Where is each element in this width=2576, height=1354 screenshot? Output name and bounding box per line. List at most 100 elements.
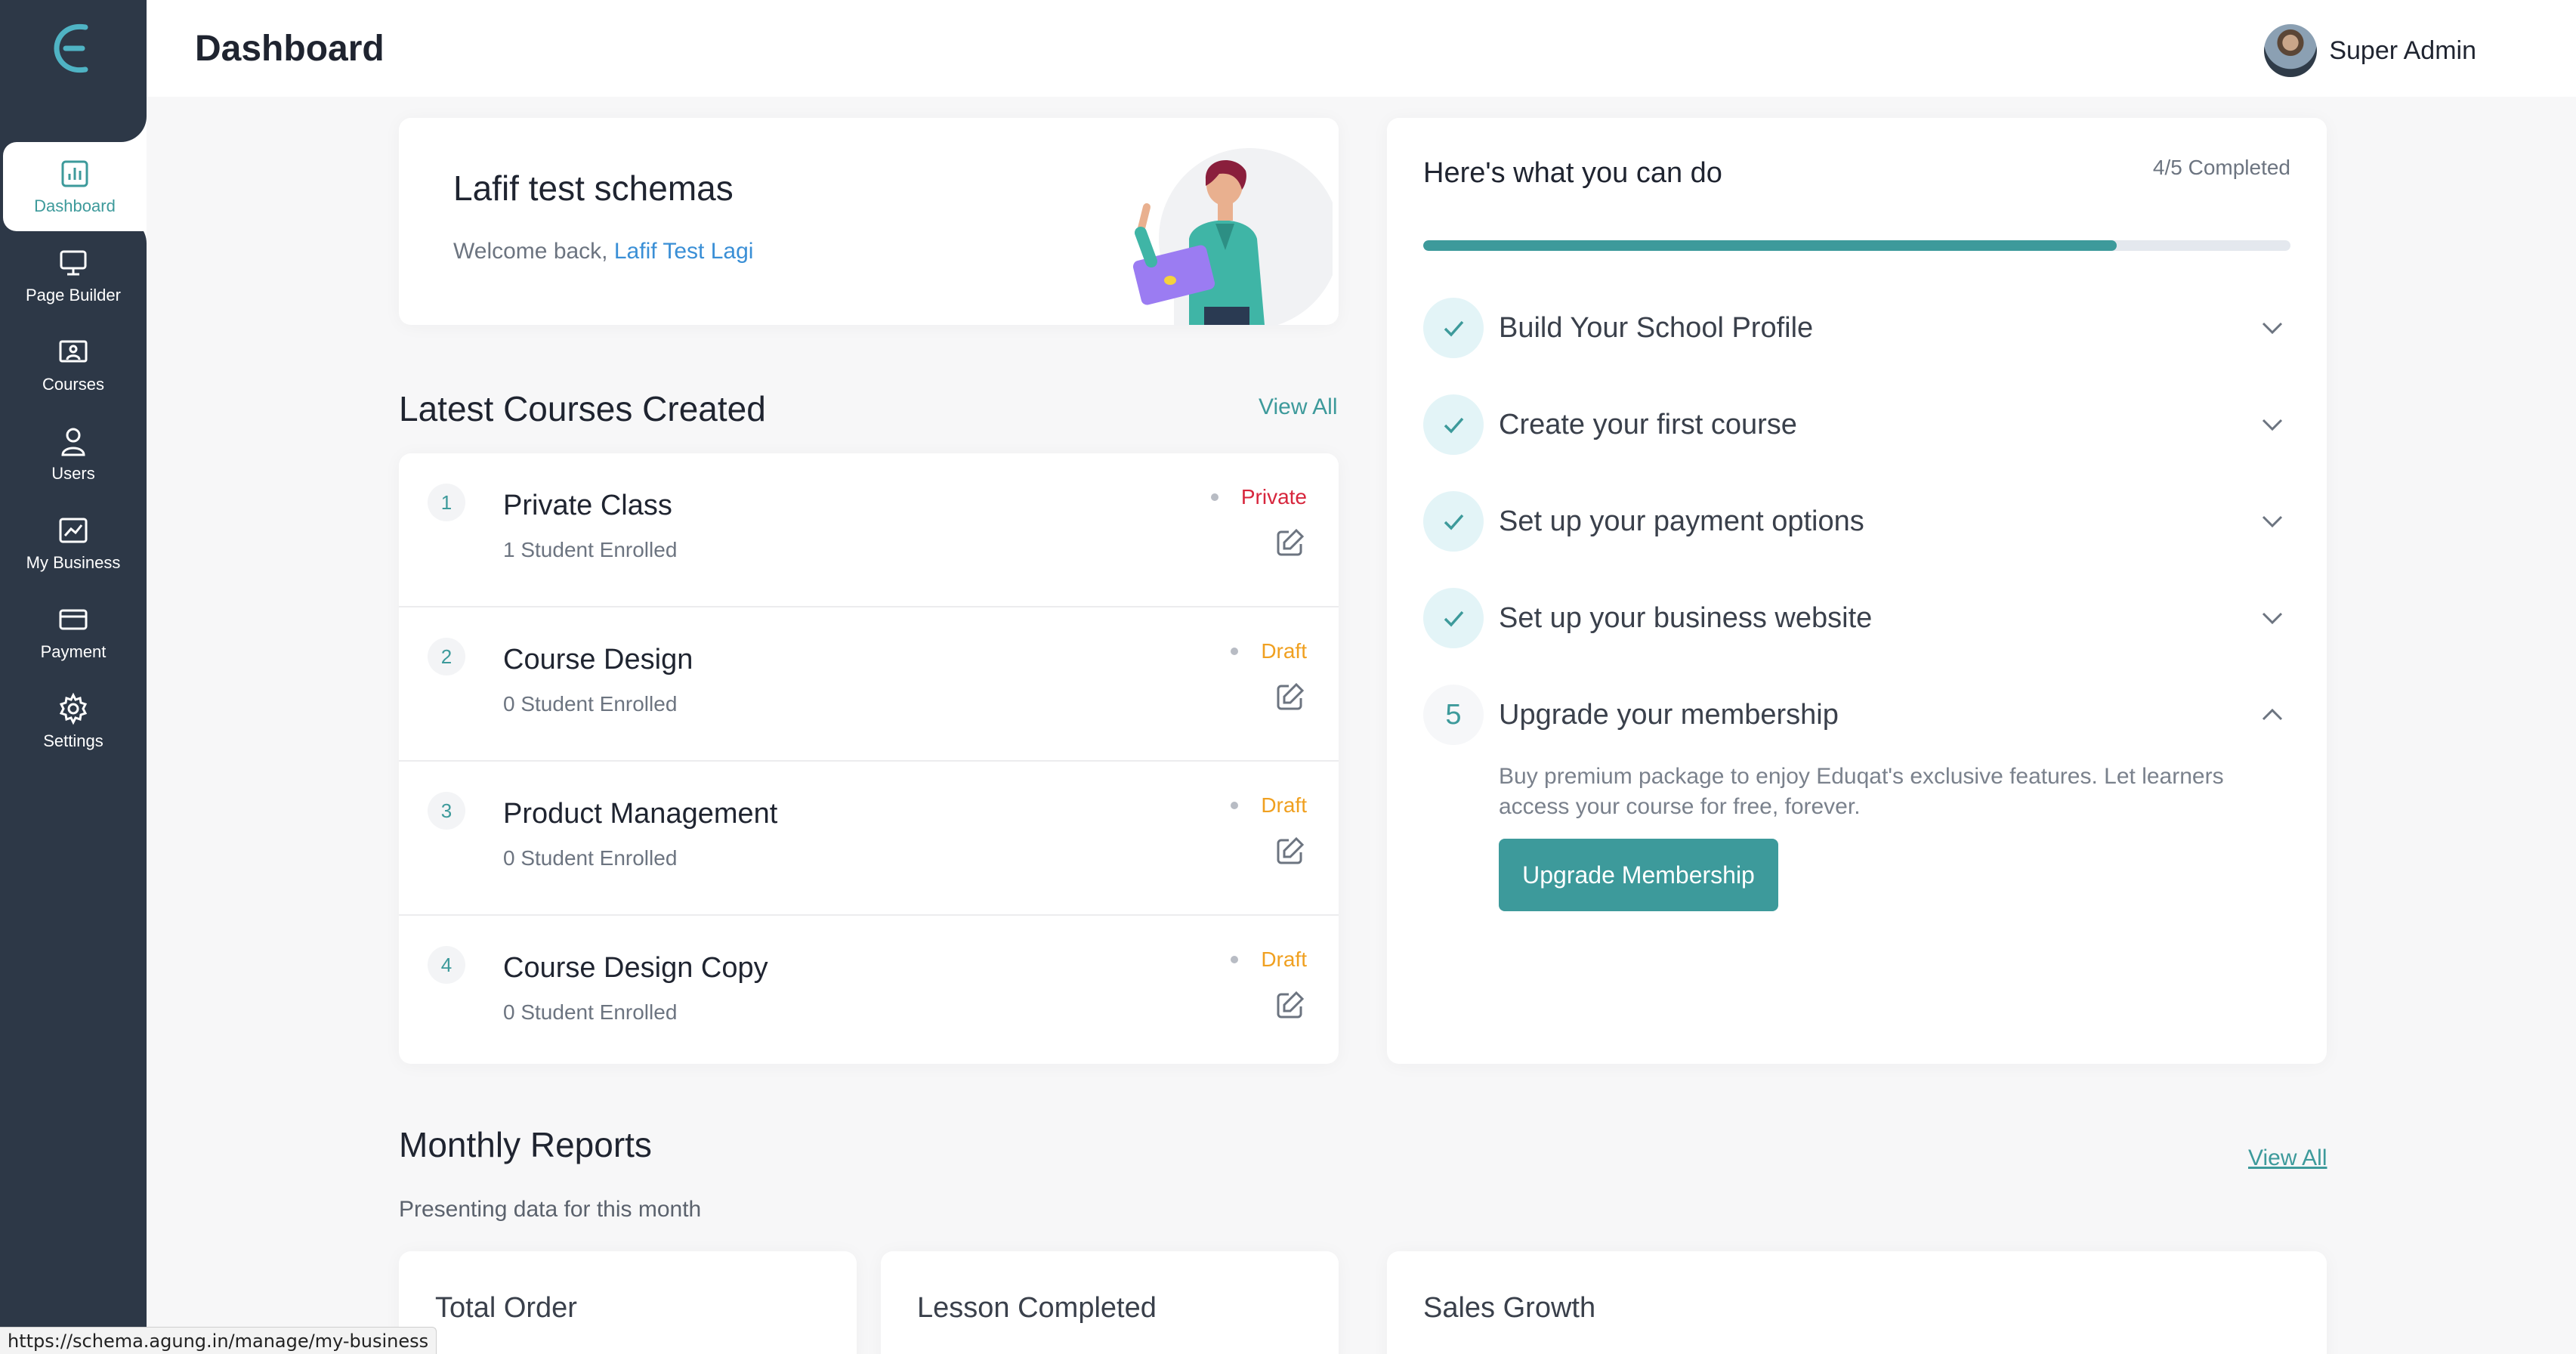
sidebar-item-users[interactable]: Users [0, 410, 147, 499]
sidebar-item-label: Settings [43, 731, 103, 750]
status-label: Draft [1261, 639, 1307, 663]
welcome-card: Lafif test schemas Welcome back, Lafif T… [399, 118, 1339, 325]
sidebar-item-page-builder[interactable]: Page Builder [0, 231, 147, 320]
task-upgrade-membership[interactable]: 5 Upgrade your membership [1423, 683, 2290, 747]
welcome-user-link[interactable]: Lafif Test Lagi [614, 239, 754, 264]
sidebar-item-label: Users [51, 464, 95, 483]
course-enrolled: 1 Student Enrolled [503, 538, 678, 561]
task-first-course[interactable]: Create your first course [1423, 393, 2290, 456]
avatar[interactable] [2264, 24, 2318, 77]
progress-fill [1423, 240, 2117, 251]
status-dot [1231, 648, 1239, 655]
latest-courses-title: Latest Courses Created [399, 389, 766, 428]
sales-growth-card: Sales Growth [1387, 1251, 2327, 1354]
list-item[interactable]: 1 Private Class 1 Student Enrolled Priva… [399, 453, 1339, 607]
upgrade-membership-button[interactable]: Upgrade Membership [1499, 839, 1778, 911]
user-icon [61, 428, 85, 456]
sidebar-item-courses[interactable]: Courses [0, 320, 147, 410]
presentation-icon [59, 340, 88, 363]
chart-icon [61, 160, 88, 187]
list-item[interactable]: 4 Course Design Copy 0 Student Enrolled … [399, 916, 1339, 1070]
user-name[interactable]: Super Admin [2329, 36, 2476, 66]
onboarding-checklist: Here's what you can do 4/5 Completed Bui… [1387, 118, 2327, 1064]
chevron-down-icon[interactable] [2259, 411, 2286, 438]
status-badge: Draft [1231, 639, 1307, 663]
status-label: Draft [1261, 793, 1307, 817]
status-dot [1210, 493, 1219, 501]
task-label: Upgrade your membership [1499, 698, 1839, 731]
edit-icon[interactable] [1274, 834, 1307, 867]
course-enrolled: 0 Student Enrolled [503, 692, 678, 716]
check-icon [1423, 491, 1484, 552]
edit-icon[interactable] [1274, 680, 1307, 713]
teacher-illustration [1132, 148, 1333, 325]
list-item[interactable]: 2 Course Design 0 Student Enrolled Draft [399, 607, 1339, 762]
eduqat-logo-icon[interactable] [52, 21, 94, 76]
task-business-website[interactable]: Set up your business website [1423, 586, 2290, 650]
task-payment-options[interactable]: Set up your payment options [1423, 490, 2290, 553]
task-school-profile[interactable]: Build Your School Profile [1423, 296, 2290, 360]
greeting-text: Welcome back, [453, 239, 614, 264]
checklist-progress-text: 4/5 Completed [2152, 156, 2290, 179]
lesson-completed-card: Lesson Completed [881, 1251, 1339, 1354]
user-menu[interactable]: Super Admin [2264, 24, 2476, 77]
list-item[interactable]: 3 Product Management 0 Student Enrolled … [399, 762, 1339, 916]
course-title[interactable]: Course Design Copy [503, 952, 768, 985]
total-order-card: Total Order [399, 1251, 857, 1354]
sidebar-item-label: Page Builder [26, 286, 121, 304]
task-label: Set up your payment options [1499, 505, 1864, 537]
check-icon [1423, 588, 1484, 648]
school-name: Lafif test schemas [453, 168, 734, 208]
card-icon [59, 609, 88, 630]
checklist-progress-bar [1423, 240, 2290, 251]
welcome-message: Welcome back, Lafif Test Lagi [453, 239, 753, 264]
card-title: Total Order [435, 1292, 577, 1324]
sidebar-item-label: Courses [42, 375, 104, 394]
task-label: Set up your business website [1499, 601, 1873, 634]
gear-icon [59, 692, 88, 725]
course-number: 3 [428, 792, 465, 830]
check-icon [1423, 298, 1484, 358]
status-badge: Private [1210, 485, 1307, 509]
check-icon [1423, 394, 1484, 455]
edit-icon[interactable] [1274, 526, 1307, 559]
sidebar-item-my-business[interactable]: My Business [0, 499, 147, 588]
course-number: 1 [428, 484, 465, 521]
logo-area [0, 0, 147, 97]
chevron-down-icon[interactable] [2259, 314, 2286, 342]
monitor-icon [60, 250, 87, 276]
course-number: 2 [428, 638, 465, 675]
step-number: 5 [1423, 685, 1484, 745]
sidebar-item-label: Payment [40, 642, 107, 661]
course-number: 4 [428, 946, 465, 984]
status-dot [1231, 802, 1239, 809]
course-enrolled: 0 Student Enrolled [503, 846, 678, 870]
trend-icon [59, 518, 88, 543]
course-title[interactable]: Product Management [503, 798, 777, 830]
task-label: Build Your School Profile [1499, 311, 1814, 344]
status-badge: Draft [1231, 947, 1307, 972]
courses-view-all-link[interactable]: View All [1259, 394, 1338, 420]
monthly-reports-subtitle: Presenting data for this month [399, 1197, 702, 1222]
course-title[interactable]: Course Design [503, 644, 693, 676]
sidebar: Dashboard Page Builder Courses Users My … [0, 0, 147, 1354]
sidebar-item-dashboard[interactable]: Dashboard [3, 142, 147, 231]
status-label: Draft [1261, 947, 1307, 971]
edit-icon[interactable] [1274, 988, 1307, 1022]
courses-list: 1 Private Class 1 Student Enrolled Priva… [399, 453, 1339, 1064]
page-title: Dashboard [195, 28, 385, 69]
reports-view-all-link[interactable]: View All [2248, 1145, 2327, 1171]
status-dot [1231, 956, 1239, 963]
card-title: Sales Growth [1423, 1292, 1596, 1324]
sidebar-item-settings[interactable]: Settings [0, 677, 147, 766]
task-label: Create your first course [1499, 408, 1797, 441]
chevron-up-icon[interactable] [2259, 701, 2286, 728]
top-header: Dashboard Super Admin [147, 0, 2576, 97]
upgrade-description: Buy premium package to enjoy Eduqat's ex… [1499, 764, 2224, 819]
course-title[interactable]: Private Class [503, 490, 672, 522]
sidebar-item-label: Dashboard [34, 196, 116, 215]
chevron-down-icon[interactable] [2259, 604, 2286, 632]
sidebar-item-payment[interactable]: Payment [0, 588, 147, 677]
course-enrolled: 0 Student Enrolled [503, 1000, 678, 1024]
chevron-down-icon[interactable] [2259, 508, 2286, 535]
